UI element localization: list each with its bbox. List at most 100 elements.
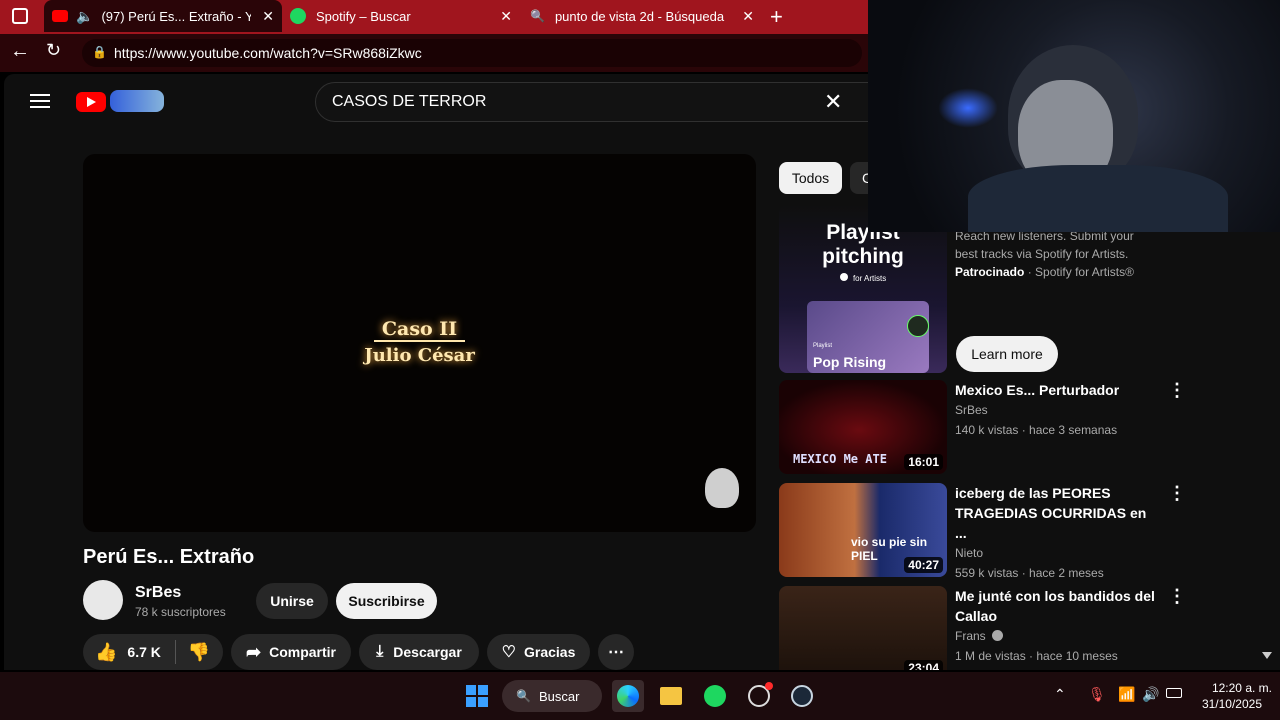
tab-spotify[interactable]: Spotify – Buscar ✕: [284, 0, 520, 32]
app-icon[interactable]: [743, 680, 775, 712]
video-overlay-subtitle: Julio César: [364, 345, 475, 366]
video-duration: 40:27: [904, 557, 943, 573]
channel-watermark-icon[interactable]: [705, 468, 739, 508]
related-meta: 559 k vistas · hace 2 meses: [955, 566, 1104, 580]
tab-actions-icon[interactable]: [12, 8, 28, 24]
menu-icon[interactable]: [30, 94, 50, 108]
back-icon[interactable]: ←: [10, 40, 30, 63]
url-text: https://www.youtube.com/watch?v=SRw868iZ…: [114, 45, 422, 61]
volume-icon[interactable]: 🔊: [1142, 686, 1159, 703]
scroll-down-icon[interactable]: [1262, 652, 1272, 659]
file-explorer-icon[interactable]: [655, 680, 687, 712]
thanks-button[interactable]: ♡ Gracias: [487, 634, 590, 670]
youtube-favicon-icon: [52, 10, 68, 22]
more-options-icon[interactable]: ⋮: [1168, 483, 1186, 504]
reload-icon[interactable]: ↻: [46, 40, 61, 61]
share-button[interactable]: ➦ Compartir: [231, 634, 351, 670]
microphone-icon[interactable]: 🎙: [1088, 686, 1106, 703]
ad-thumb-brand-text: for Artists: [852, 274, 887, 283]
related-thumbnail[interactable]: MEXICO Me ATE 16:01: [779, 380, 947, 474]
channel-avatar[interactable]: [83, 580, 123, 620]
close-tab-icon[interactable]: ✕: [500, 8, 512, 25]
ad-thumb-playlist-tag: Playlist: [813, 343, 833, 349]
related-title[interactable]: iceberg de las PEORES TRAGEDIAS OCURRIDA…: [955, 483, 1155, 543]
related-thumbnail[interactable]: vio su pie sin PIEL 40:27: [779, 483, 947, 577]
thumbs-down-icon[interactable]: 👎: [188, 642, 210, 663]
search-value: CASOS DE TERROR: [332, 93, 487, 110]
edge-icon[interactable]: [612, 680, 644, 712]
download-button[interactable]: ⤓ Descargar: [359, 634, 479, 670]
related-channel[interactable]: Nieto: [955, 543, 1155, 563]
video-duration: 23:04: [904, 660, 943, 670]
heart-dollar-icon: ♡: [501, 644, 516, 661]
start-icon[interactable]: [461, 680, 493, 712]
spotify-small-icon: [839, 273, 848, 281]
download-label: Descargar: [393, 644, 462, 660]
thumbs-up-icon[interactable]: 👍: [95, 642, 117, 663]
related-item[interactable]: Mexico Es... Perturbador SrBes 140 k vis…: [955, 380, 1155, 440]
join-button[interactable]: Unirse: [256, 583, 328, 619]
verified-icon: [992, 630, 1004, 641]
thumb-caption: MEXICO Me ATE: [793, 452, 887, 466]
browser-chrome: 🔈 (97) Perú Es... Extraño - YouTube ✕ Sp…: [0, 0, 868, 72]
related-meta: 140 k vistas · hace 3 semanas: [955, 423, 1118, 437]
clear-search-icon[interactable]: ✕: [824, 89, 842, 115]
ad-description-line2: best tracks via Spotify for Artists.: [955, 247, 1129, 261]
close-tab-icon[interactable]: ✕: [742, 8, 754, 25]
battery-icon[interactable]: [1166, 688, 1182, 698]
search-input[interactable]: CASOS DE TERROR ✕: [315, 82, 875, 122]
download-icon: ⤓: [376, 643, 384, 660]
tab-title: Spotify – Buscar: [316, 8, 411, 24]
video-player[interactable]: Caso II Julio César: [83, 154, 756, 532]
related-title[interactable]: Me junté con los bandidos del Callao: [955, 586, 1155, 626]
channel-name[interactable]: SrBes: [135, 584, 181, 602]
advertiser-name: Spotify for Artists®: [1035, 265, 1134, 279]
tab-bar: 🔈 (97) Perú Es... Extraño - YouTube ✕ Sp…: [0, 0, 868, 34]
taskbar-search[interactable]: 🔍 Buscar: [502, 680, 602, 712]
webcam-light: [938, 88, 998, 128]
close-tab-icon[interactable]: ✕: [262, 8, 274, 25]
taskbar: 🔍 Buscar ⌃ 🎙 📶 🔊 12:20 a. m. 31/10/2025: [0, 672, 1280, 720]
related-item[interactable]: Me junté con los bandidos del Callao Fra…: [955, 586, 1155, 666]
search-favicon-icon: 🔍: [530, 9, 545, 23]
tab-title: punto de vista 2d - Búsqueda: [554, 8, 725, 24]
related-item[interactable]: iceberg de las PEORES TRAGEDIAS OCURRIDA…: [955, 483, 1155, 583]
chip-all[interactable]: Todos: [779, 162, 842, 194]
video-overlay-title: Caso II: [83, 318, 756, 342]
webcam-overlay: [868, 0, 1280, 232]
clock-time[interactable]: 12:20 a. m.: [1190, 681, 1272, 695]
speaker-icon[interactable]: 🔈: [76, 8, 93, 25]
tab-youtube[interactable]: 🔈 (97) Perú Es... Extraño - YouTube ✕: [44, 0, 282, 32]
more-actions-button[interactable]: ⋯: [598, 634, 634, 670]
video-title: Perú Es... Extraño: [83, 546, 255, 568]
thanks-label: Gracias: [523, 644, 576, 660]
address-bar[interactable]: 🔒 https://www.youtube.com/watch?v=SRw868…: [82, 39, 862, 67]
youtube-logo-icon[interactable]: [76, 92, 106, 112]
tab-bing[interactable]: 🔍 punto de vista 2d - Búsqueda ✕: [522, 0, 762, 32]
share-label: Compartir: [269, 644, 336, 660]
new-tab-icon[interactable]: +: [770, 4, 783, 30]
video-overlay-line1: Caso II: [373, 318, 466, 342]
sponsored-label: Patrocinado: [955, 265, 1025, 279]
clock-date[interactable]: 31/10/2025: [1190, 697, 1262, 711]
separator-dot: ·: [1027, 265, 1036, 279]
show-hidden-icons-icon[interactable]: ⌃: [1054, 686, 1066, 703]
related-meta: 1 M de vistas · hace 10 meses: [955, 649, 1118, 663]
tab-title: (97) Perú Es... Extraño - YouTube: [101, 8, 252, 24]
ad-thumb-brand: for Artists: [779, 273, 947, 283]
spotify-icon[interactable]: [699, 680, 731, 712]
related-channel[interactable]: SrBes: [955, 400, 1155, 420]
related-title[interactable]: Mexico Es... Perturbador: [955, 380, 1155, 400]
more-options-icon[interactable]: ⋮: [1168, 380, 1186, 401]
related-thumbnail[interactable]: 23:04: [779, 586, 947, 670]
like-dislike-group: 👍 6.7 K 👎: [83, 634, 223, 670]
subscribe-button[interactable]: Suscribirse: [336, 583, 437, 619]
subscriber-count: 78 k suscriptores: [135, 605, 226, 619]
wifi-icon[interactable]: 📶: [1118, 686, 1135, 703]
related-channel[interactable]: Frans: [955, 626, 1155, 646]
steam-icon[interactable]: [786, 680, 818, 712]
learn-more-button[interactable]: Learn more: [956, 336, 1058, 372]
like-count[interactable]: 6.7 K: [127, 644, 160, 660]
search-icon: 🔍: [516, 689, 531, 703]
more-options-icon[interactable]: ⋮: [1168, 586, 1186, 607]
